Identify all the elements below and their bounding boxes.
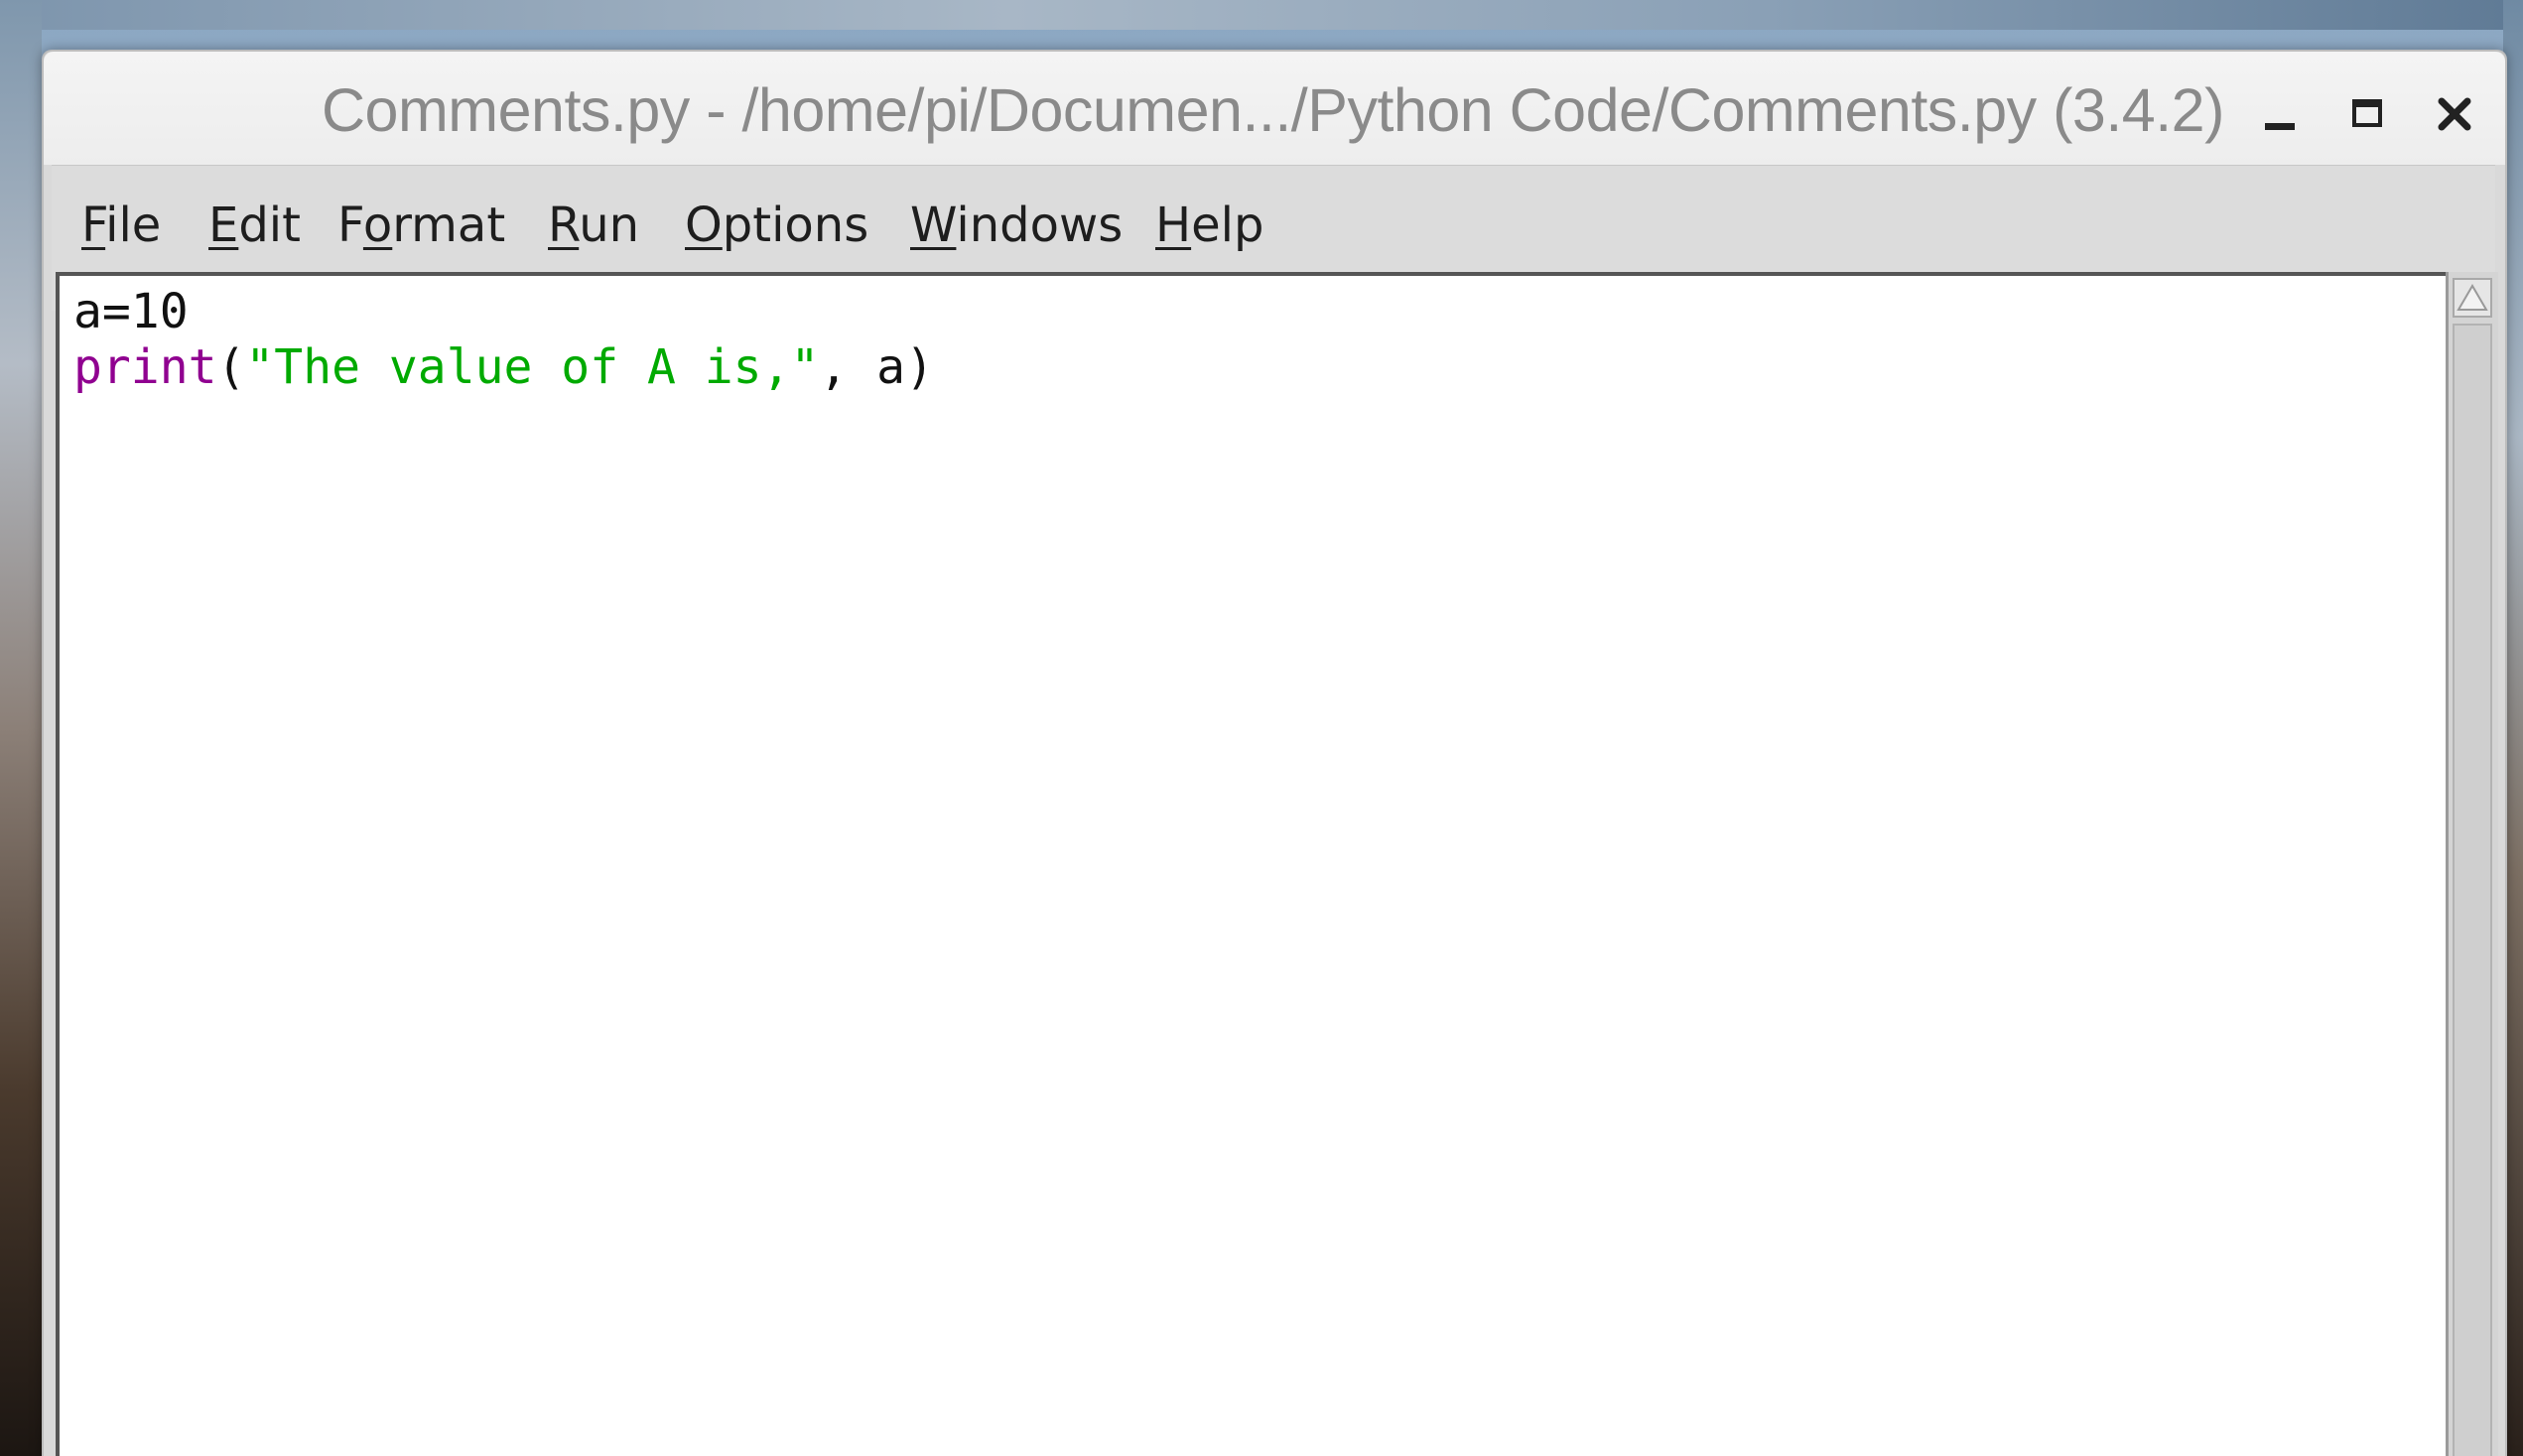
menu-windows-label: indows — [956, 198, 1124, 253]
menu-edit-mnemonic: E — [208, 198, 239, 253]
code-text: a=10 — [73, 284, 189, 339]
menu-file-mnemonic: F — [81, 198, 106, 253]
vertical-scrollbar[interactable] — [2446, 272, 2498, 1456]
triangle-up-icon — [2457, 284, 2488, 311]
menu-help-label: elp — [1191, 198, 1264, 253]
string-literal: "The value of A is," — [245, 339, 820, 395]
desktop-background-top — [0, 0, 2523, 30]
menu-help-mnemonic: H — [1155, 198, 1192, 253]
maximize-icon — [2352, 99, 2382, 127]
maximize-button[interactable] — [2332, 79, 2402, 149]
code-line[interactable]: print("The value of A is,", a) — [73, 339, 934, 395]
scrollbar-thumb[interactable] — [2453, 324, 2492, 1456]
menu-edit-label: dit — [238, 198, 301, 253]
code-punctuation: ( — [216, 339, 246, 395]
menu-run-mnemonic: R — [548, 198, 580, 253]
idle-editor-window: Comments.py - /home/pi/Documen.../Python… — [42, 50, 2507, 1456]
menu-edit[interactable]: Edit — [208, 198, 301, 253]
window-title: Comments.py - /home/pi/Documen.../Python… — [322, 76, 2224, 144]
menu-help[interactable]: Help — [1155, 198, 1263, 253]
menu-format-label: rmat — [392, 198, 506, 253]
menu-run-label: un — [579, 198, 640, 253]
menu-windows[interactable]: Windows — [910, 198, 1123, 253]
title-bar[interactable]: Comments.py - /home/pi/Documen.../Python… — [44, 52, 2505, 165]
code-editor[interactable]: a=10 print("The value of A is,", a) — [56, 272, 2446, 1456]
scroll-up-button[interactable] — [2453, 278, 2492, 318]
menu-format[interactable]: Format — [337, 198, 505, 253]
menu-options[interactable]: Options — [685, 198, 868, 253]
menu-windows-mnemonic: W — [910, 198, 957, 253]
menu-run[interactable]: Run — [548, 198, 639, 253]
minimize-icon — [2265, 123, 2295, 130]
menu-file[interactable]: File — [81, 198, 161, 253]
desktop-background-left — [0, 0, 42, 1456]
close-icon — [2438, 97, 2471, 131]
close-button[interactable] — [2420, 79, 2489, 149]
menu-options-mnemonic: O — [685, 198, 723, 253]
builtin-keyword: print — [73, 339, 217, 395]
menu-file-label: ile — [105, 198, 162, 253]
menu-format-mnemonic: o — [362, 198, 393, 253]
minimize-button[interactable] — [2245, 79, 2315, 149]
menu-format-prefix: F — [337, 198, 363, 253]
menu-options-label: ptions — [722, 198, 869, 253]
code-text: , a) — [819, 339, 934, 395]
code-line[interactable]: a=10 — [73, 284, 189, 339]
